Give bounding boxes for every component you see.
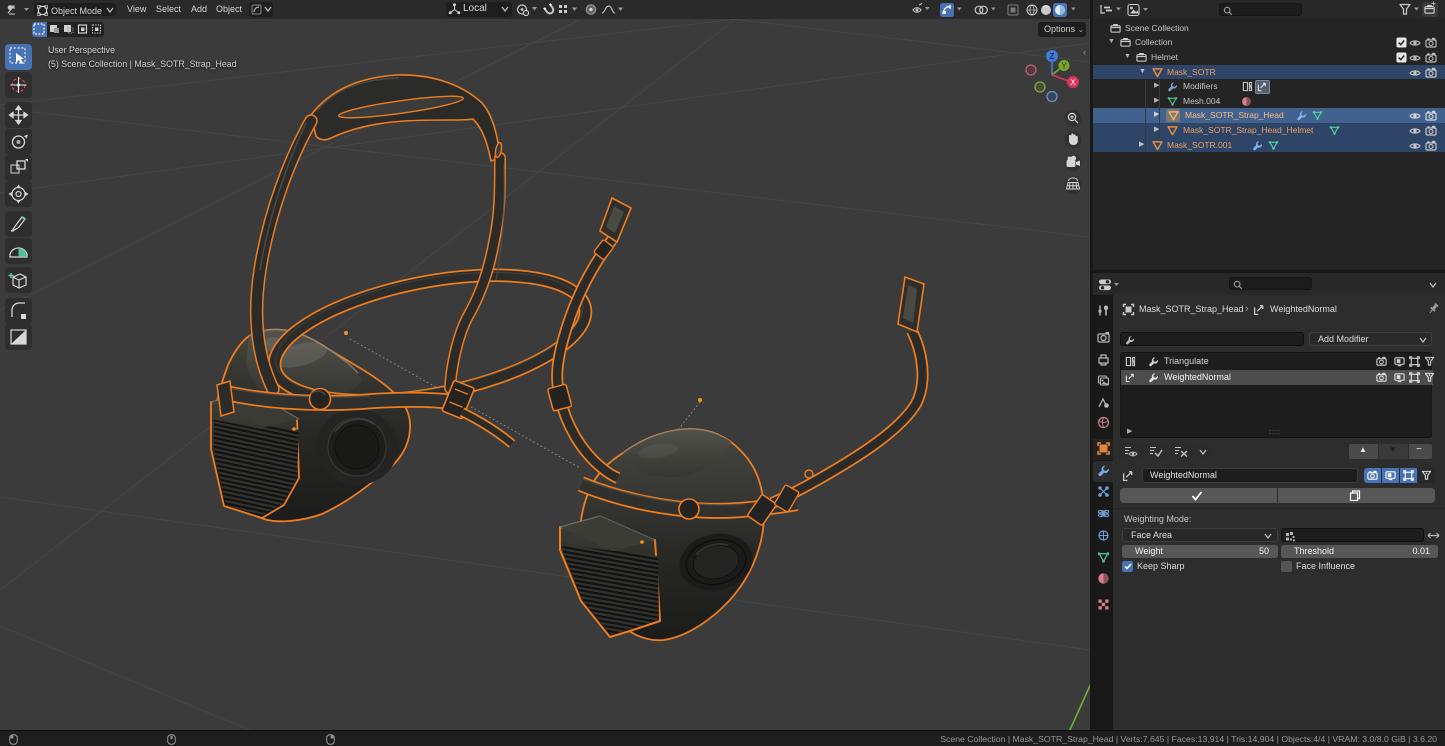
svg-text:Z: Z bbox=[1050, 52, 1055, 61]
svg-text:Y: Y bbox=[1061, 62, 1067, 71]
svg-text:X: X bbox=[1070, 78, 1076, 87]
